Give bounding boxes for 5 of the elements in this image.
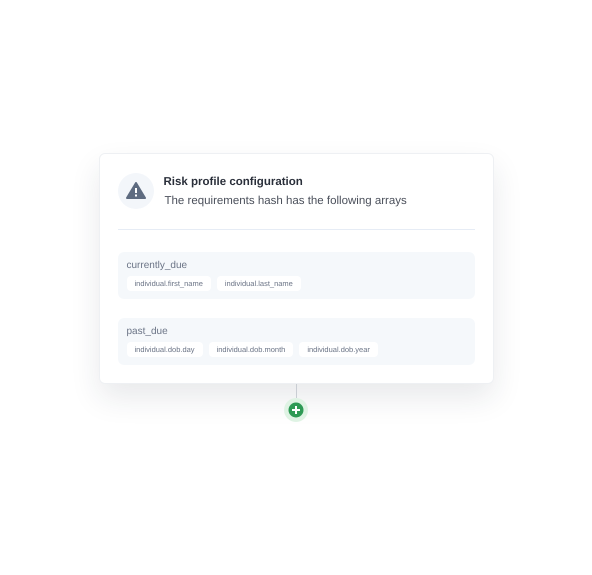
card-title: Risk profile configuration xyxy=(164,176,304,188)
add-button[interactable] xyxy=(284,398,308,422)
array-name: past_due xyxy=(126,326,169,337)
card-subtitle: The requirements hash has the following arrays xyxy=(164,195,407,207)
array-name: currently_due xyxy=(126,260,188,271)
